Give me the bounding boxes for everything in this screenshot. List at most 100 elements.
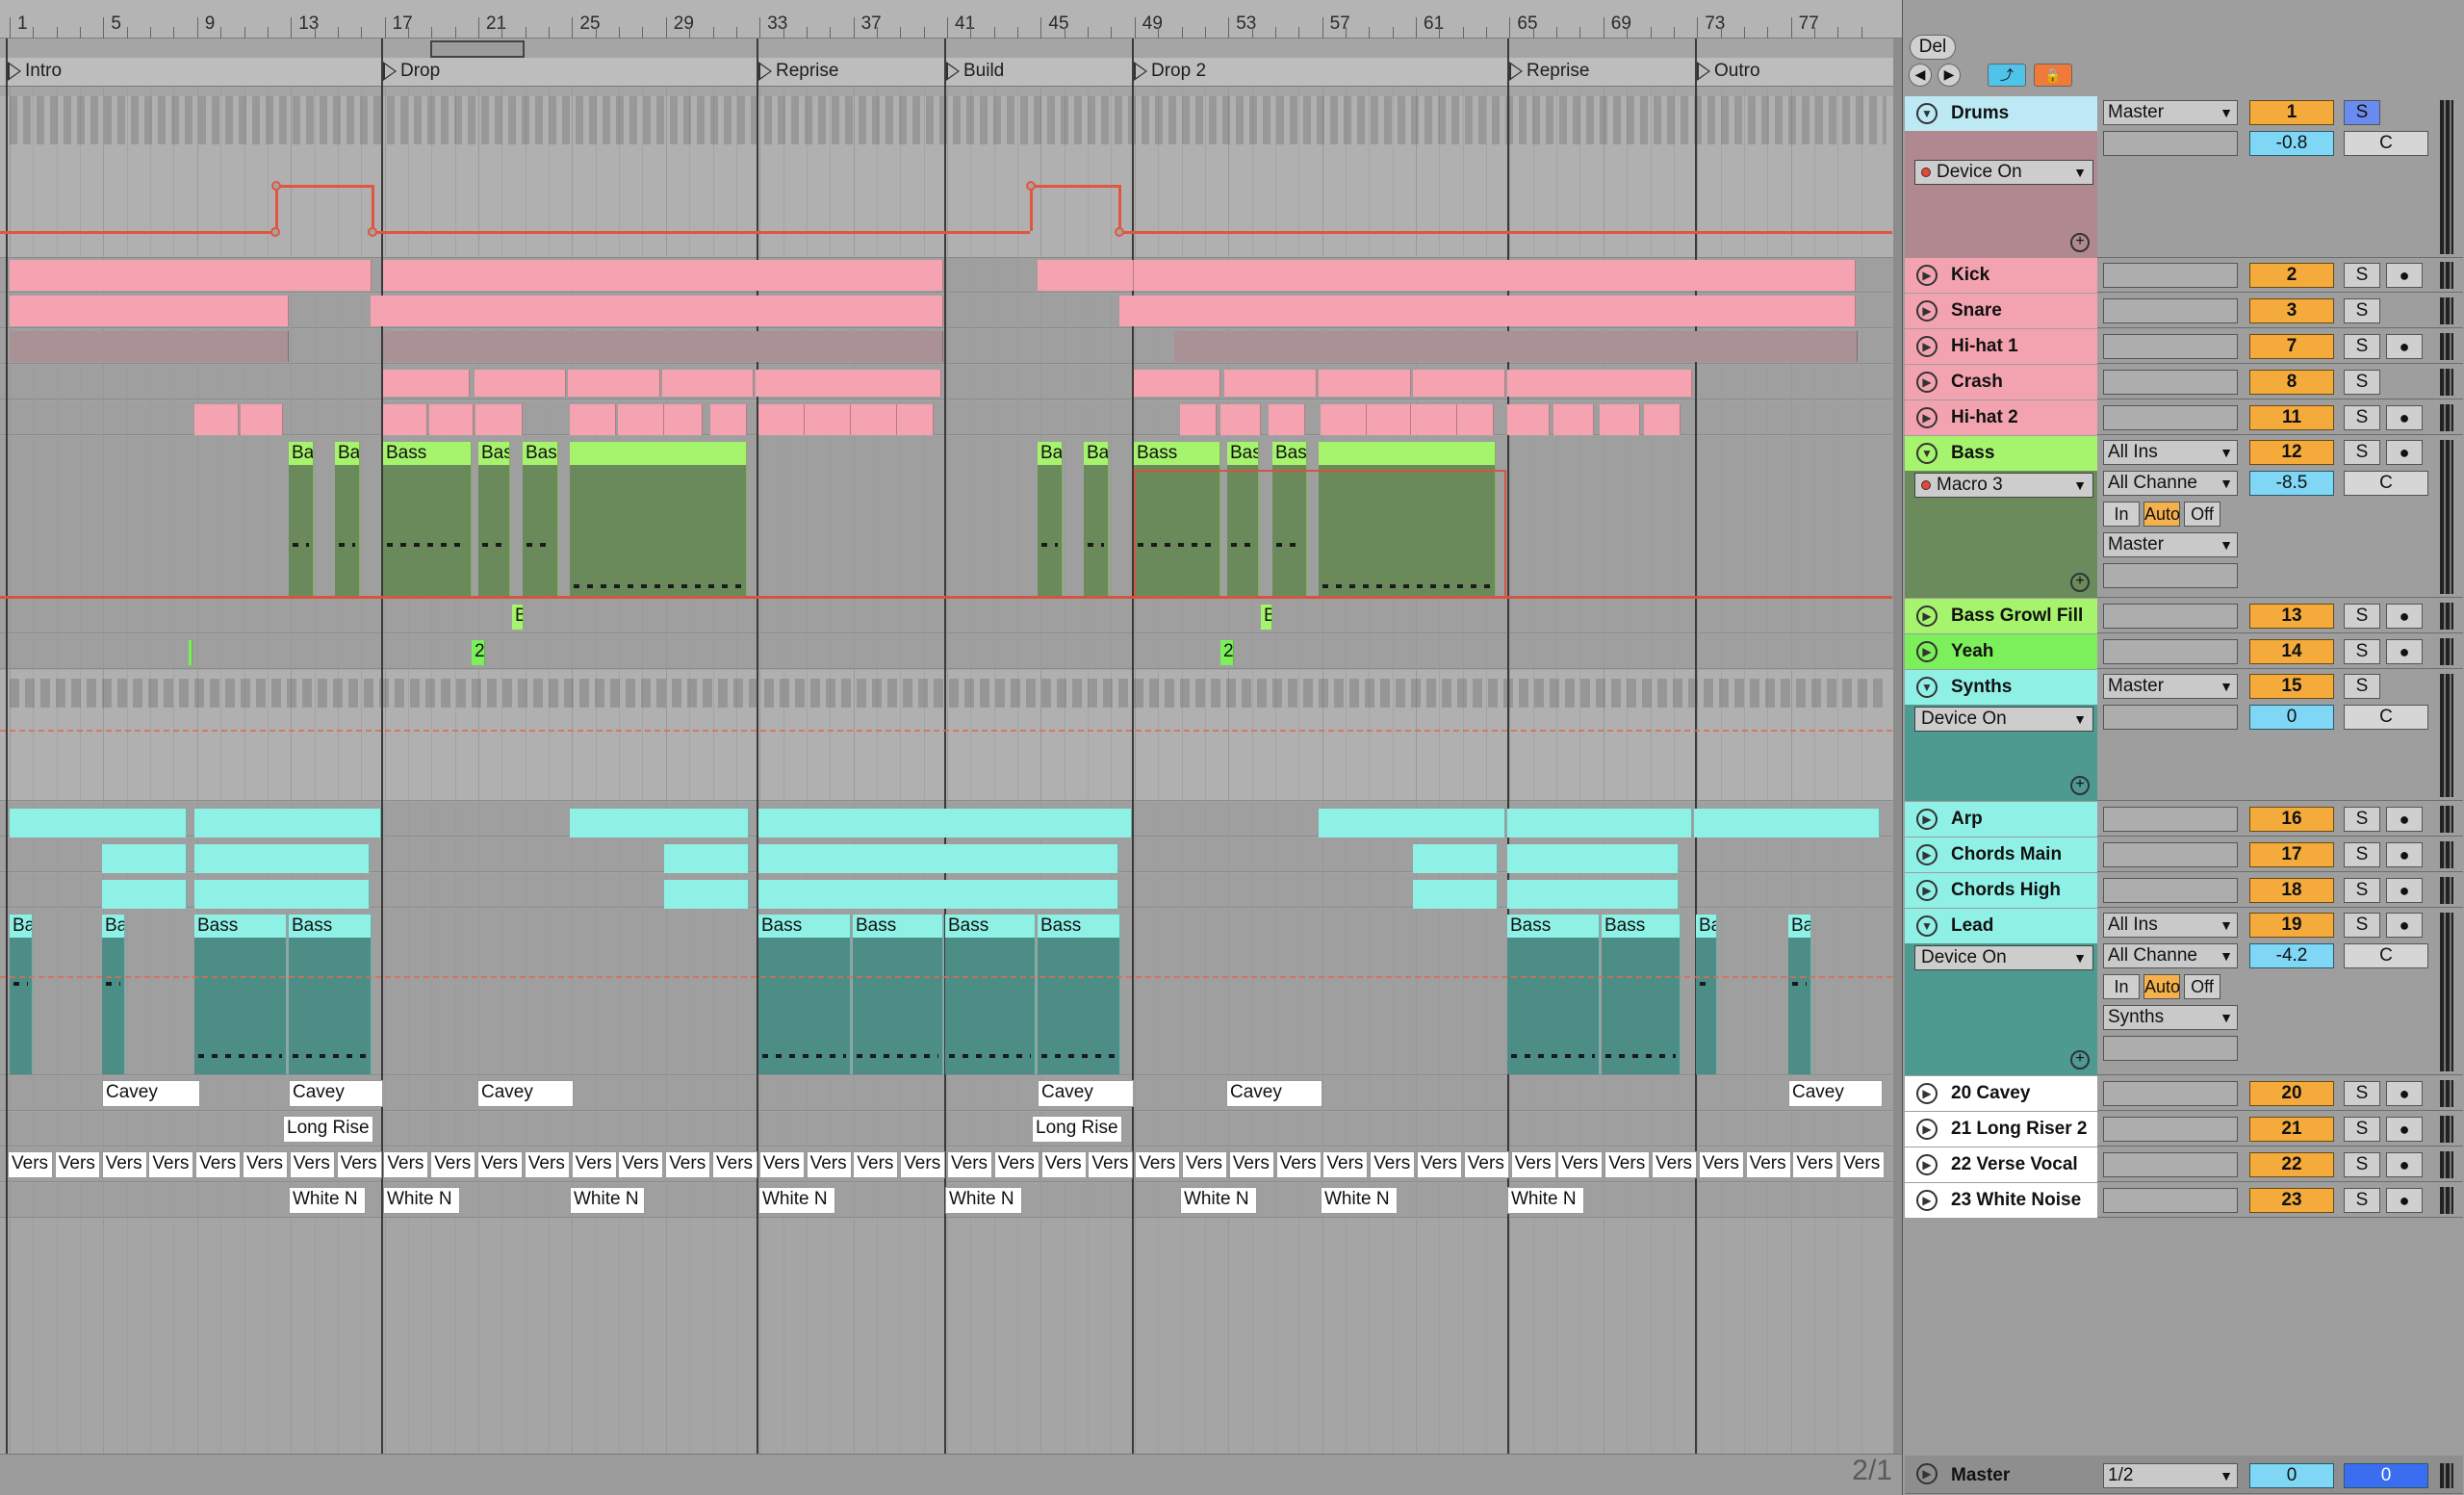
arrangement-view[interactable]: 1 5 9 13 17 21 25 29 33 37 41 45 49 53 57 61 65 69 73 77 In… [0, 0, 1902, 1495]
routing-blank[interactable] [2103, 1152, 2238, 1177]
track-header[interactable]: Bass Growl Fill ▶ 13 S ● [1905, 599, 2463, 633]
lead-clip[interactable]: Bass [1507, 915, 1600, 1074]
lead-clip[interactable]: Ba [10, 915, 33, 1074]
arp-clip[interactable] [1319, 809, 1505, 838]
hihat2-clip[interactable] [664, 404, 703, 435]
solo-button[interactable]: S [2344, 639, 2380, 664]
solo-button[interactable]: S [2344, 807, 2380, 832]
yeah-clip[interactable] [189, 640, 192, 665]
solo-button[interactable]: S [2344, 263, 2380, 288]
play-icon[interactable]: ▶ [1916, 1083, 1938, 1104]
crash-clip[interactable] [1507, 370, 1692, 397]
routing-blank[interactable] [2103, 405, 2238, 430]
solo-button[interactable]: S [2344, 1117, 2380, 1142]
chords-high-clip[interactable] [194, 880, 370, 909]
channel-chooser[interactable]: All Channe ▼ [2103, 471, 2238, 496]
track-header[interactable]: Synths ▼ Device On ▼ + Master ▼ 15 S 0 C [1905, 670, 2463, 801]
add-icon[interactable]: + [2070, 233, 2090, 252]
track-header[interactable]: 20 Cavey ▶ 20 S ● [1905, 1076, 2463, 1111]
solo-button[interactable]: S [2344, 370, 2380, 395]
bass-clip[interactable]: Ba [289, 442, 314, 596]
track-header[interactable]: Hi-hat 1 ▶ 7 S ● [1905, 329, 2463, 364]
hihat1-clip[interactable] [10, 331, 289, 362]
hihat2-clip[interactable] [1553, 404, 1594, 435]
automation-point[interactable] [1026, 181, 1036, 191]
hihat2-clip[interactable] [851, 404, 897, 435]
master-num[interactable]: 0 [2249, 1463, 2334, 1488]
play-icon[interactable]: ▶ [1916, 1154, 1938, 1175]
kick-clip[interactable] [10, 260, 372, 291]
track-number[interactable]: 1 [2249, 100, 2334, 125]
verse-vocal-clip[interactable]: Vers [1040, 1151, 1087, 1178]
loop-brace[interactable] [430, 40, 525, 58]
verse-vocal-clip[interactable]: Vers [665, 1151, 711, 1178]
verse-vocal-clip[interactable]: Vers [853, 1151, 899, 1178]
crash-clip[interactable] [1224, 370, 1317, 397]
locator-marker[interactable]: Drop [383, 61, 440, 82]
bass-clip[interactable]: Bas [523, 442, 558, 596]
output-chooser[interactable]: Synths ▼ [2103, 1005, 2238, 1030]
hihat2-clip[interactable] [1220, 404, 1261, 435]
verse-vocal-clip[interactable]: Vers [712, 1151, 757, 1178]
routing-blank[interactable] [2103, 807, 2238, 832]
locator-marker[interactable]: Outro [1697, 61, 1760, 82]
device-chooser[interactable]: Macro 3 ▼ [1914, 473, 2093, 498]
verse-vocal-clip[interactable]: Vers [947, 1151, 992, 1178]
track-number[interactable]: 19 [2249, 913, 2334, 938]
track-header[interactable]: Crash ▶ 8 S [1905, 365, 2463, 400]
lead-clip[interactable]: Ba [1696, 915, 1717, 1074]
track-header[interactable]: Snare ▶ 3 S [1905, 294, 2463, 328]
add-icon[interactable]: + [2070, 776, 2090, 795]
verse-vocal-clip[interactable]: Vers [1745, 1151, 1791, 1178]
monitor-auto-button[interactable]: Auto [2143, 502, 2180, 527]
white-noise-clip[interactable]: White N [1321, 1187, 1398, 1214]
play-icon[interactable]: ▶ [1916, 641, 1938, 662]
verse-vocal-clip[interactable]: Vers [383, 1151, 429, 1178]
volume-field[interactable]: -4.2 [2249, 943, 2334, 968]
hihat2-clip[interactable] [1269, 404, 1305, 435]
verse-vocal-clip[interactable]: Vers [993, 1151, 1040, 1178]
cavey-clip[interactable]: Cavey [1226, 1080, 1322, 1107]
verse-vocal-clip[interactable]: Vers [477, 1151, 523, 1178]
solo-button[interactable]: S [2344, 913, 2380, 938]
lead-clip[interactable]: Ba [102, 915, 125, 1074]
hihat2-clip[interactable] [383, 404, 427, 435]
chords-main-clip[interactable] [194, 844, 370, 873]
monitor-off-button[interactable]: Off [2184, 502, 2220, 527]
routing-blank[interactable] [2103, 334, 2238, 359]
verse-vocal-clip[interactable]: Vers [900, 1151, 946, 1178]
solo-button[interactable]: S [2344, 878, 2380, 903]
solo-button[interactable]: S [2344, 842, 2380, 867]
device-chooser[interactable]: Device On ▼ [1914, 945, 2093, 970]
pan-field[interactable]: C [2344, 943, 2428, 968]
bass-clip[interactable]: Bas [478, 442, 510, 596]
track-header[interactable]: Drums ▼ Device On ▼ + Master ▼ 1 S -0.8 C [1905, 96, 2463, 258]
follow-icon[interactable]: ⤴ [1988, 64, 2026, 87]
snare-clip[interactable] [1119, 296, 1856, 326]
hihat2-clip[interactable] [758, 404, 805, 435]
chords-main-clip[interactable] [1413, 844, 1498, 873]
solo-button[interactable]: S [2344, 1188, 2380, 1213]
locator-strip[interactable]: Intro Drop Reprise Build Drop 2 Reprise Outro [0, 58, 1902, 87]
solo-button[interactable]: S [2344, 1081, 2380, 1106]
track-number[interactable]: 7 [2249, 334, 2334, 359]
play-icon[interactable]: ▶ [1916, 372, 1938, 393]
track-number[interactable]: 21 [2249, 1117, 2334, 1142]
crash-clip[interactable] [756, 370, 941, 397]
track-lane[interactable] [0, 436, 1902, 598]
hihat2-clip[interactable] [1411, 404, 1457, 435]
chords-high-clip[interactable] [758, 880, 1118, 909]
verse-vocal-clip[interactable]: Vers [1370, 1151, 1416, 1178]
volume-field[interactable]: 0 [2249, 705, 2334, 730]
verse-vocal-clip[interactable]: Vers [1557, 1151, 1604, 1178]
arp-clip[interactable] [194, 809, 381, 838]
arm-button[interactable]: ● [2386, 1188, 2423, 1213]
input-chooser[interactable]: Master ▼ [2103, 674, 2238, 699]
hihat2-clip[interactable] [1507, 404, 1550, 435]
chords-high-clip[interactable] [1507, 880, 1679, 909]
solo-button[interactable]: S [2344, 100, 2380, 125]
verse-vocal-clip[interactable]: Vers [758, 1151, 805, 1178]
play-icon[interactable]: ▶ [1916, 1119, 1938, 1140]
arp-clip[interactable] [758, 809, 1132, 838]
input-chooser[interactable]: All Ins ▼ [2103, 913, 2238, 938]
